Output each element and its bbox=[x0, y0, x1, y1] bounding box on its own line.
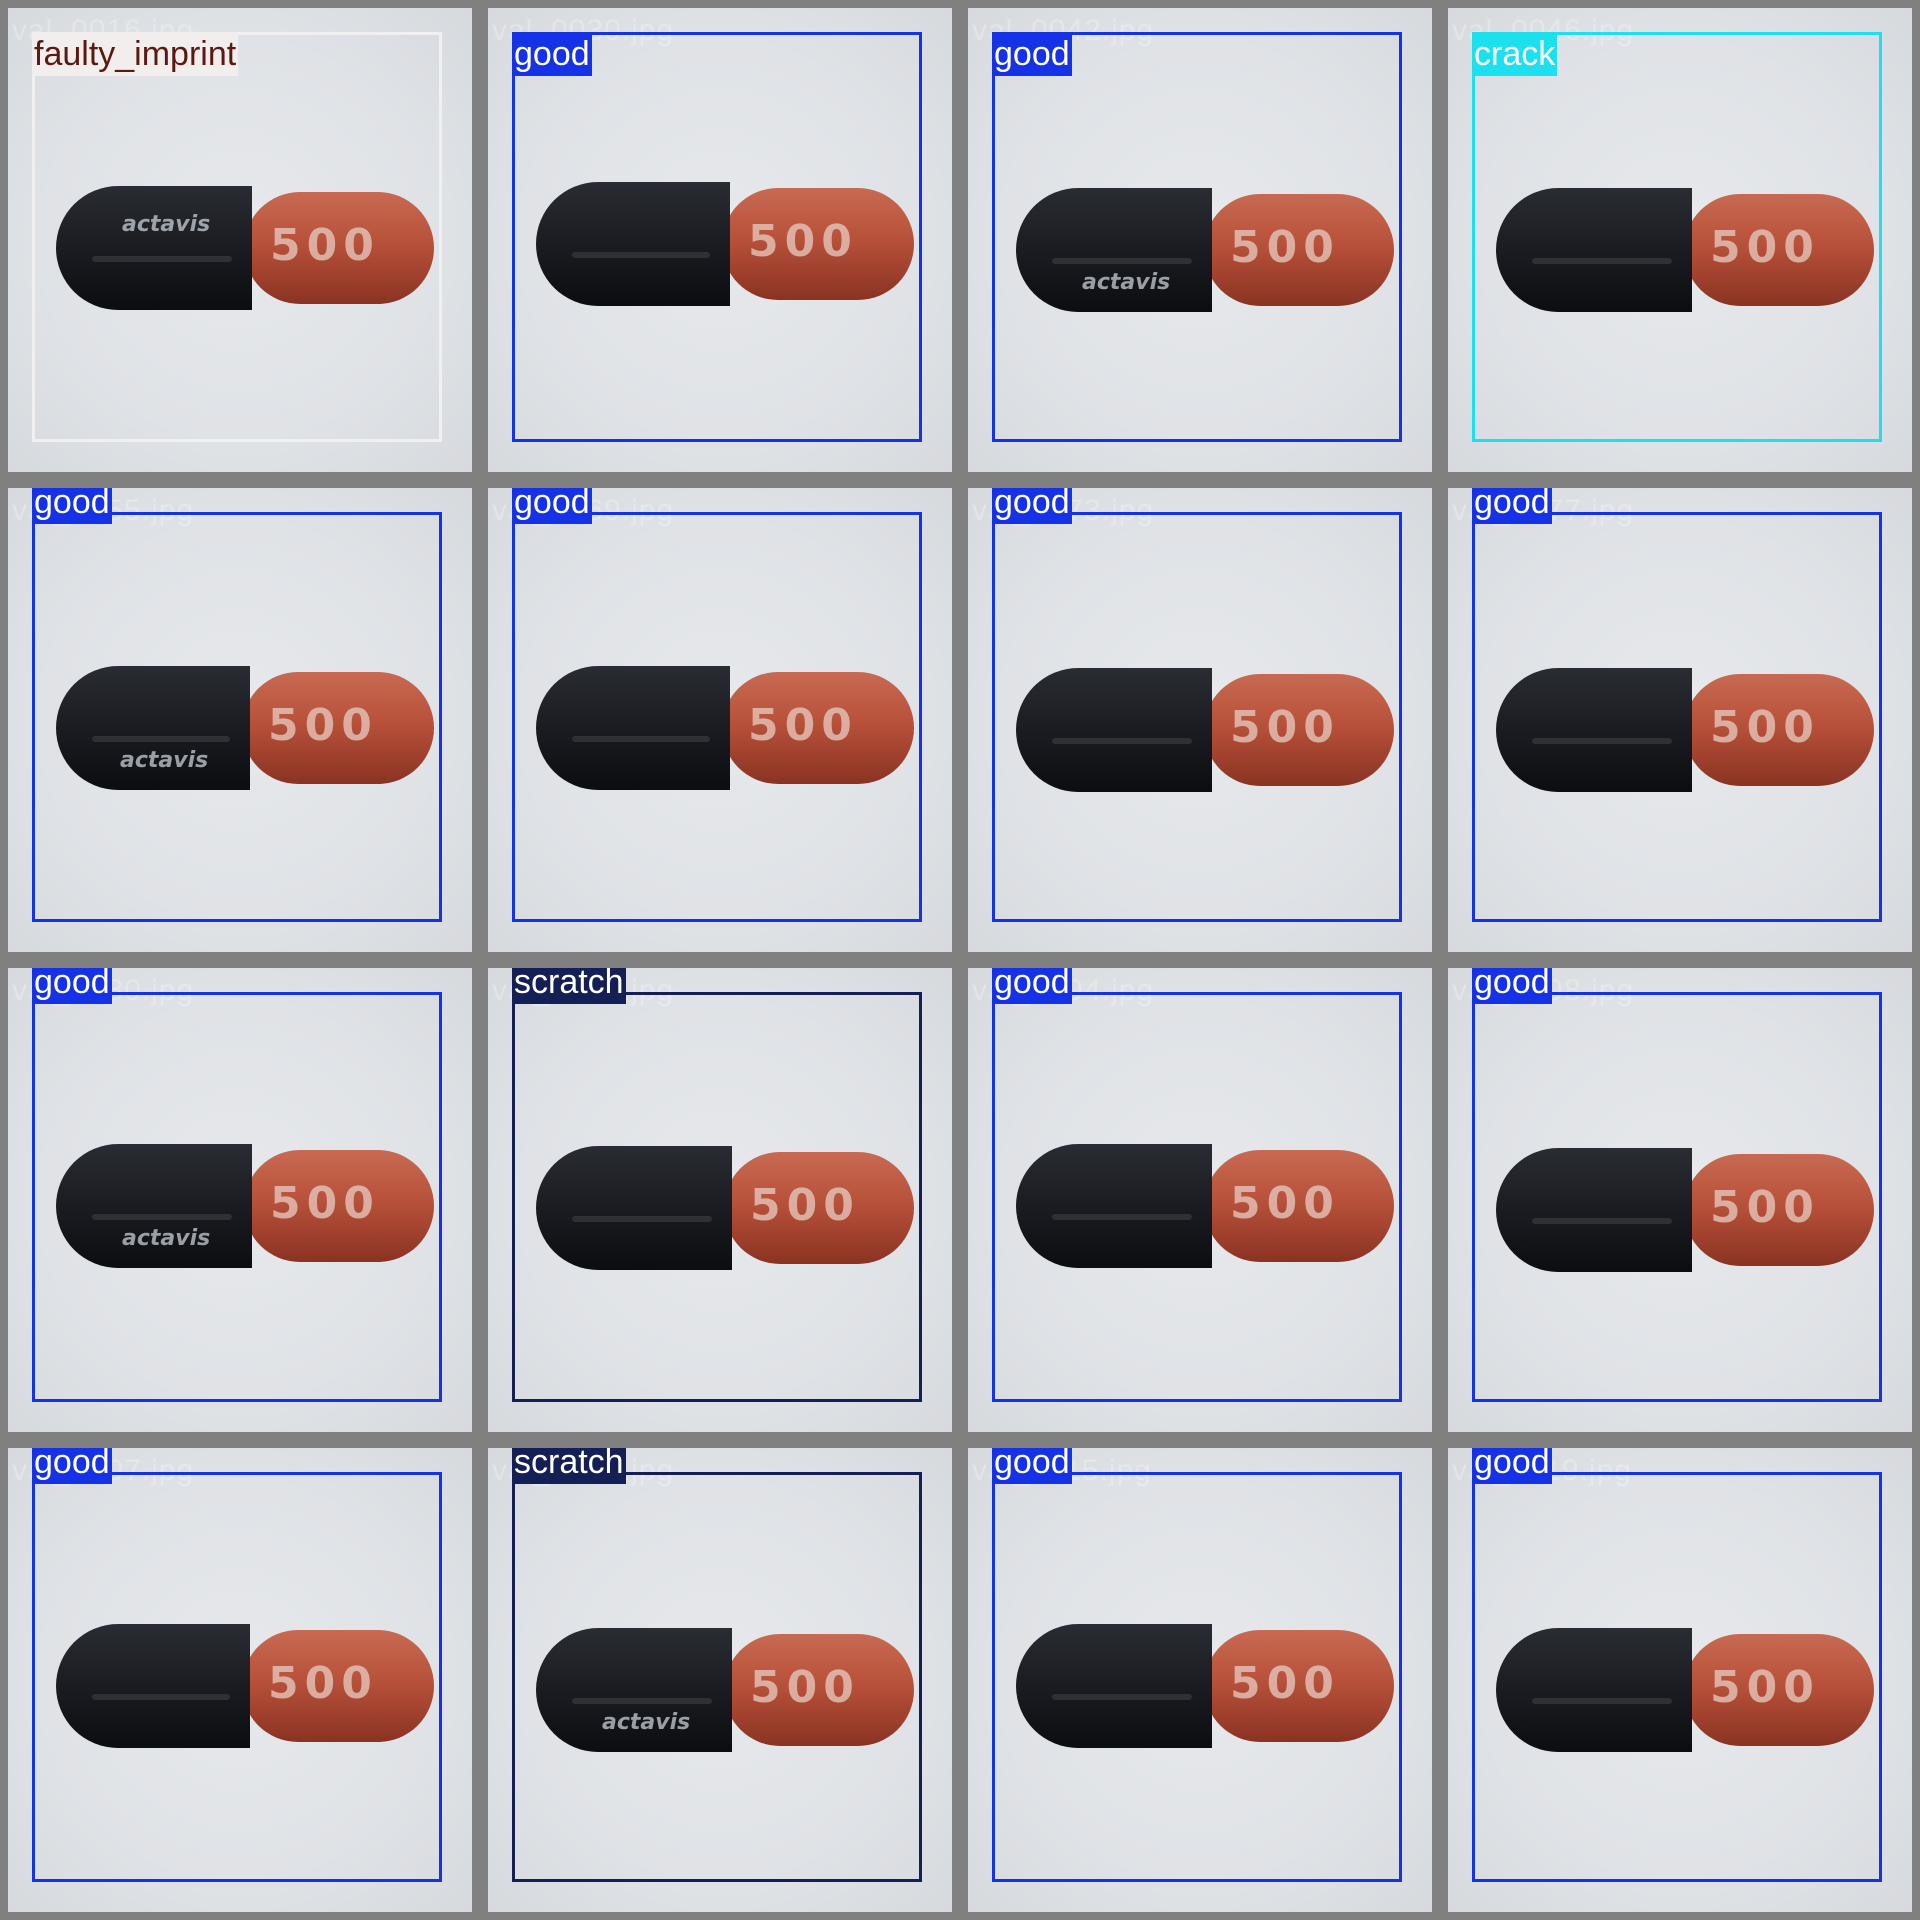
image-tile[interactable]: val_0107.jpg500good bbox=[8, 1448, 472, 1912]
image-tile[interactable]: val_0055.jpg500actavisgood bbox=[8, 488, 472, 952]
image-tile[interactable]: val_0094.jpg500good bbox=[968, 968, 1432, 1432]
class-label-tag: good bbox=[1472, 968, 1552, 1004]
bounding-box bbox=[992, 32, 1402, 442]
image-tile[interactable]: val_0030.jpg 500 good bbox=[488, 8, 952, 472]
bounding-box bbox=[512, 512, 922, 922]
bounding-box bbox=[1472, 32, 1882, 442]
class-label-tag: good bbox=[32, 1448, 112, 1484]
bounding-box bbox=[1472, 1472, 1882, 1882]
class-label-tag: good bbox=[512, 32, 592, 76]
image-tile[interactable]: val_0109.jpg500actavisscratch bbox=[488, 1448, 952, 1912]
image-tile[interactable]: val_0042.jpg 500 actavis good bbox=[968, 8, 1432, 472]
detection-mosaic-grid: val_0016.jpg 500 actavis faulty_imprint val_… bbox=[0, 0, 1920, 1920]
image-tile[interactable]: val_0073.jpg500good bbox=[968, 488, 1432, 952]
bounding-box bbox=[32, 512, 442, 922]
bounding-box bbox=[512, 32, 922, 442]
image-tile[interactable]: val_0083.jpg500scratch bbox=[488, 968, 952, 1432]
bounding-box bbox=[992, 1472, 1402, 1882]
bounding-box bbox=[32, 1472, 442, 1882]
image-tile[interactable]: val_0115.jpg500good bbox=[968, 1448, 1432, 1912]
class-label-tag: good bbox=[992, 1448, 1072, 1484]
image-tile[interactable]: val_0077.jpg500good bbox=[1448, 488, 1912, 952]
bounding-box bbox=[1472, 992, 1882, 1402]
bounding-box bbox=[512, 992, 922, 1402]
bounding-box bbox=[1472, 512, 1882, 922]
class-label-tag: faulty_imprint bbox=[32, 32, 239, 76]
bounding-box bbox=[992, 512, 1402, 922]
bounding-box bbox=[32, 32, 442, 442]
image-tile[interactable]: val_0069.jpg500good bbox=[488, 488, 952, 952]
image-tile[interactable]: val_0046.jpg 500 crack bbox=[1448, 8, 1912, 472]
class-label-tag: good bbox=[32, 968, 112, 1004]
class-label-tag: good bbox=[1472, 1448, 1552, 1484]
bounding-box bbox=[992, 992, 1402, 1402]
class-label-tag: good bbox=[32, 488, 112, 524]
class-label-tag: good bbox=[992, 32, 1072, 76]
class-label-tag: good bbox=[992, 968, 1072, 1004]
image-tile[interactable]: val_0080.jpg500actavisgood bbox=[8, 968, 472, 1432]
class-label-tag: scratch bbox=[512, 1448, 626, 1484]
class-label-tag: good bbox=[992, 488, 1072, 524]
bounding-box bbox=[32, 992, 442, 1402]
image-tile[interactable]: val_0016.jpg 500 actavis faulty_imprint bbox=[8, 8, 472, 472]
class-label-tag: crack bbox=[1472, 32, 1558, 76]
bounding-box bbox=[512, 1472, 922, 1882]
image-tile[interactable]: val_0119.jpg500good bbox=[1448, 1448, 1912, 1912]
class-label-tag: scratch bbox=[512, 968, 626, 1004]
image-tile[interactable]: val_0098.jpg500good bbox=[1448, 968, 1912, 1432]
class-label-tag: good bbox=[512, 488, 592, 524]
class-label-tag: good bbox=[1472, 488, 1552, 524]
